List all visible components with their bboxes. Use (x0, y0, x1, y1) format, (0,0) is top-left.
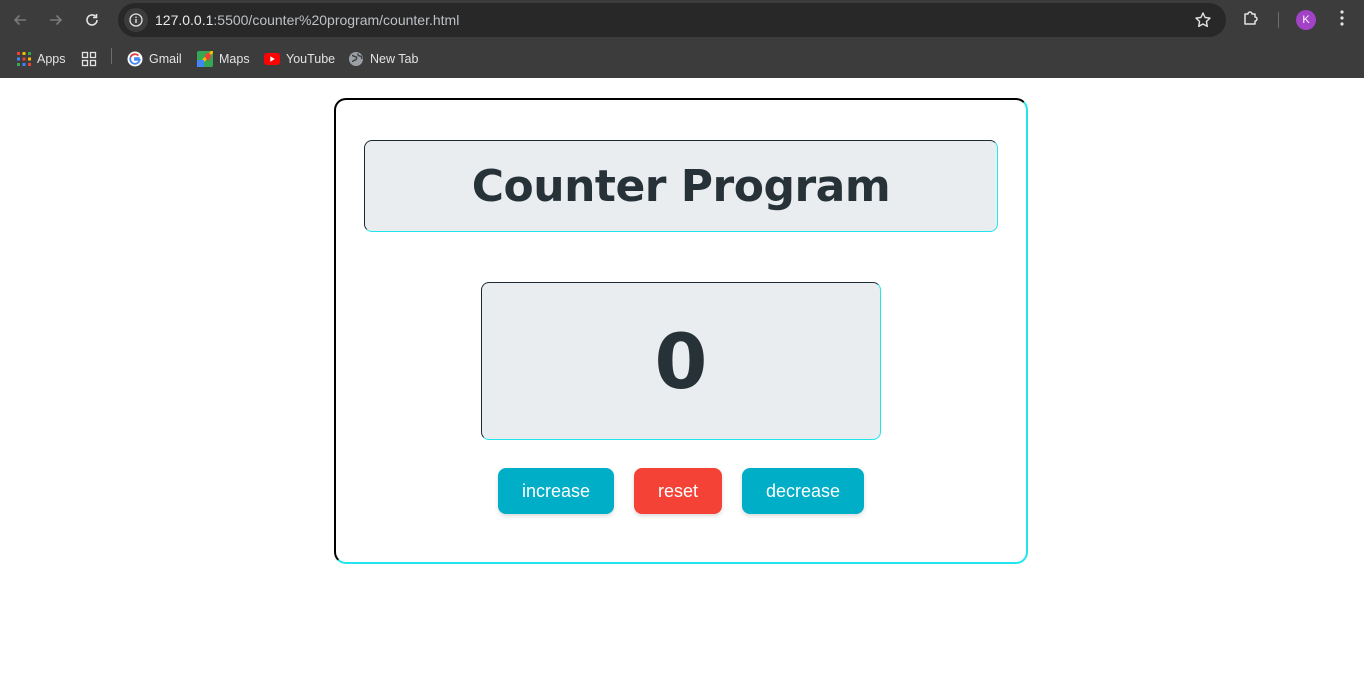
maps-icon (197, 51, 213, 67)
youtube-icon (264, 53, 280, 65)
extensions-button[interactable] (1241, 8, 1261, 33)
bookmark-label: YouTube (286, 52, 336, 66)
address-bar[interactable]: 127.0.0.1:5500/counter%20program/counter… (118, 3, 1226, 37)
globe-icon (349, 52, 363, 66)
browser-toolbar: 127.0.0.1:5500/counter%20program/counter… (0, 0, 1364, 40)
url-host: 127.0.0.1 (155, 12, 214, 28)
count-display-panel: 0 (481, 282, 881, 440)
browser-menu-button[interactable] (1332, 8, 1352, 33)
forward-arrow-icon (50, 14, 63, 26)
google-icon (127, 51, 143, 67)
title-panel: Counter Program (364, 140, 998, 232)
info-icon (129, 13, 143, 27)
bookmark-maps[interactable]: Maps (197, 49, 250, 69)
star-icon (1195, 12, 1211, 28)
url-path: :5500/counter%20program/counter.html (213, 12, 460, 28)
bookmark-tab-groups[interactable] (81, 49, 97, 69)
bookmark-label: Apps (37, 52, 66, 66)
kebab-menu-icon (1340, 10, 1344, 26)
reload-icon (86, 14, 98, 26)
reset-button[interactable]: reset (634, 468, 722, 514)
increase-button[interactable]: increase (498, 468, 614, 514)
bookmark-label: Maps (219, 52, 250, 66)
back-button[interactable] (8, 8, 32, 32)
bookmark-label: New Tab (370, 52, 419, 66)
reload-button[interactable] (80, 8, 104, 32)
back-arrow-icon (13, 14, 26, 26)
bookmark-star-button[interactable] (1194, 11, 1212, 34)
bookmarks-separator (111, 48, 112, 64)
bookmark-new-tab[interactable]: New Tab (348, 49, 418, 69)
forward-button[interactable] (44, 8, 68, 32)
bookmark-label: Gmail (149, 52, 182, 66)
puzzle-icon (1244, 11, 1258, 25)
decrease-button[interactable]: decrease (742, 468, 864, 514)
page-title: Counter Program (471, 160, 891, 212)
count-value: 0 (654, 316, 708, 406)
bookmark-gmail[interactable]: Gmail (127, 49, 182, 69)
tab-groups-icon (81, 51, 97, 67)
toolbar-separator (1278, 12, 1279, 28)
profile-avatar[interactable]: K (1296, 10, 1316, 30)
apps-grid-icon (17, 52, 31, 66)
bookmark-apps[interactable]: Apps (17, 49, 66, 69)
bookmark-youtube[interactable]: YouTube (264, 49, 335, 69)
site-info-button[interactable] (124, 8, 148, 32)
url-text[interactable]: 127.0.0.1:5500/counter%20program/counter… (155, 12, 459, 28)
bookmarks-bar: Apps Gmail Maps YouTube New Tab (0, 40, 1364, 78)
